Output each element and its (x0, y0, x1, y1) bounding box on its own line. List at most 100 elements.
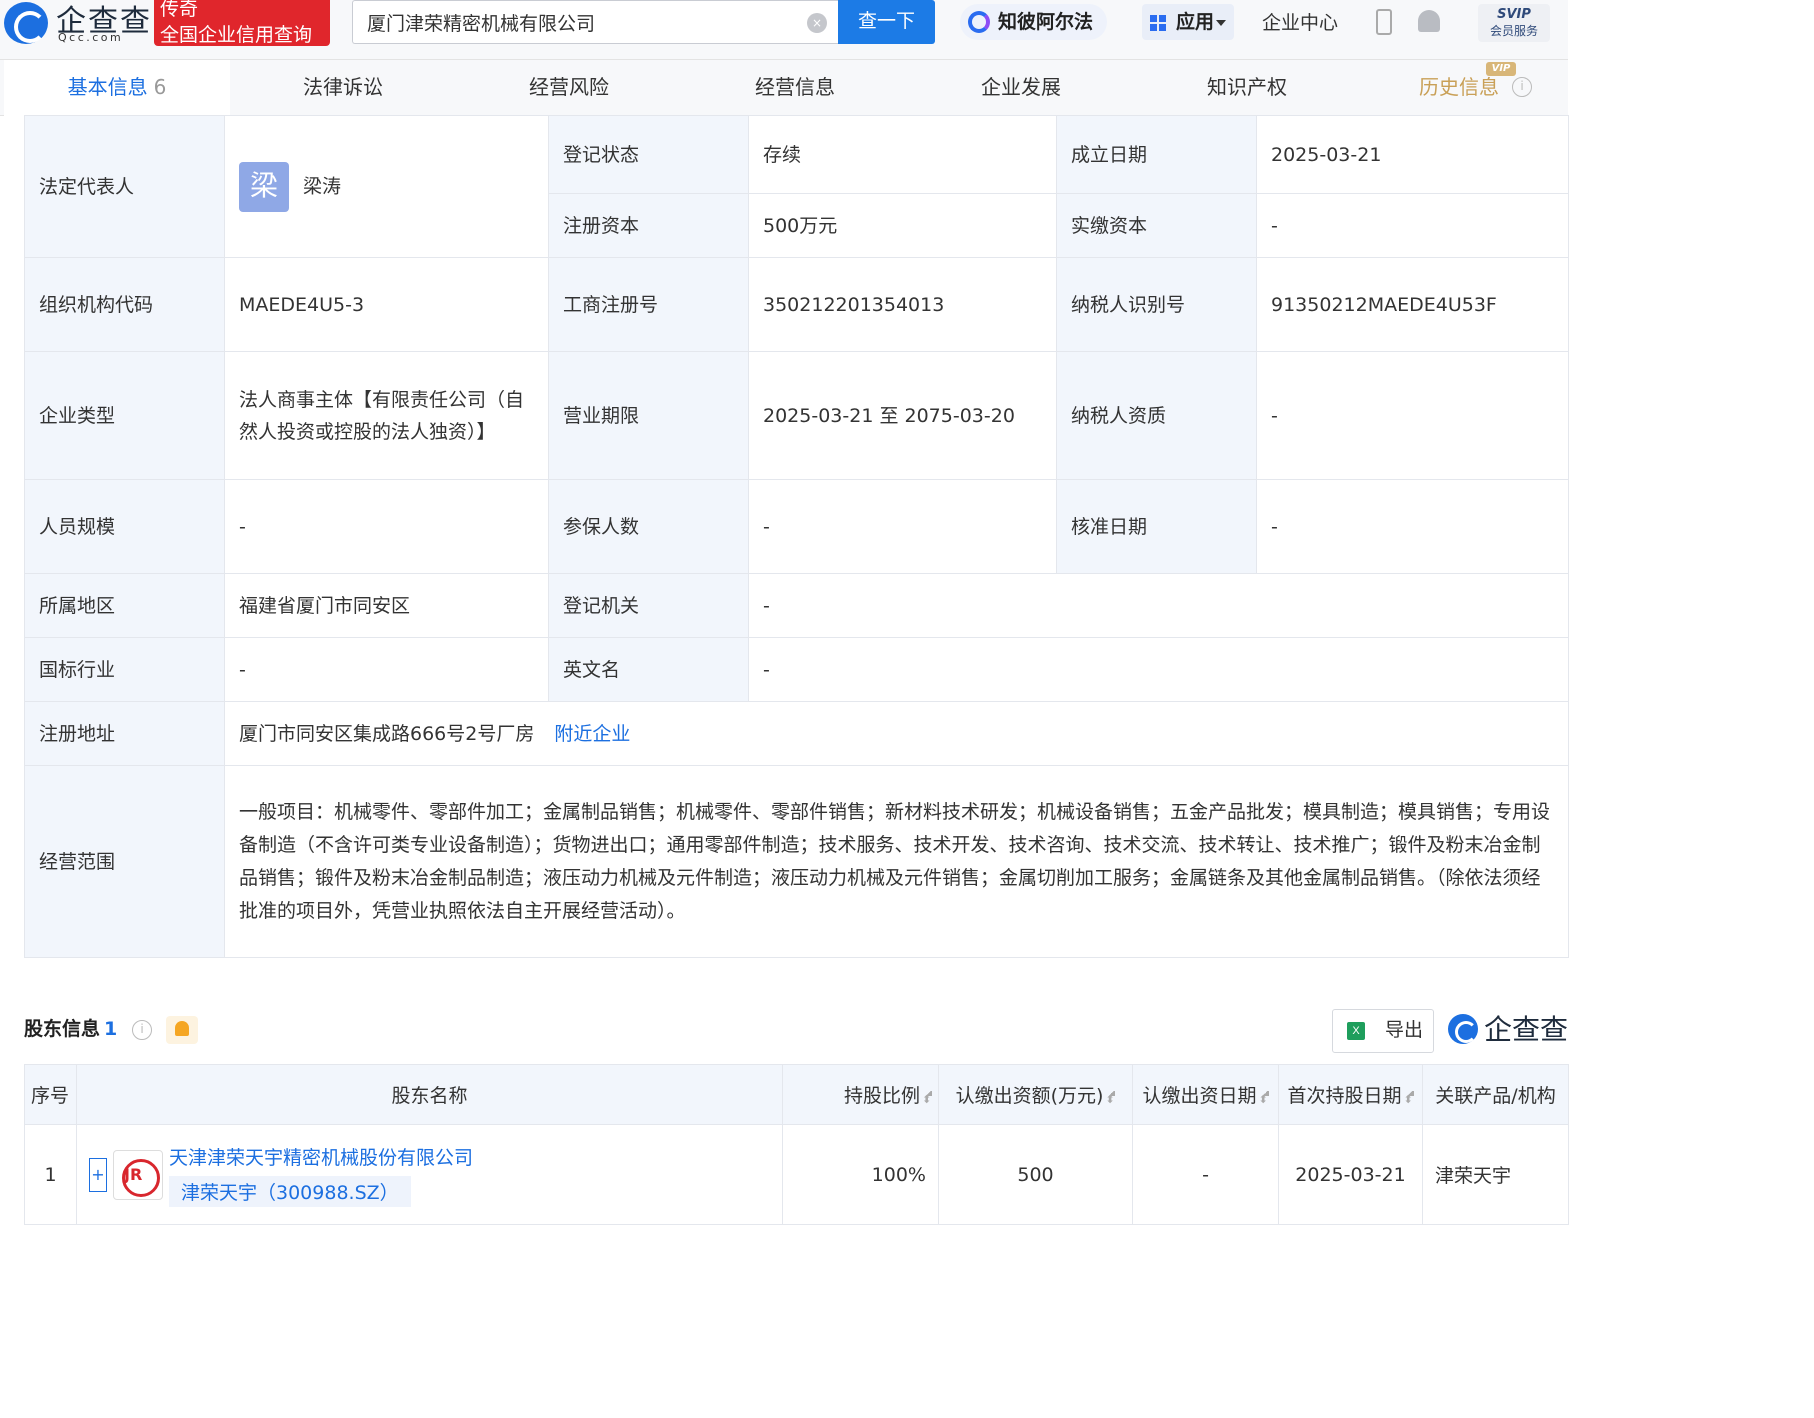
tab-label: 企业发展 (981, 75, 1061, 99)
tab-basic-info[interactable]: 基本信息 6 (4, 60, 230, 116)
company-logo[interactable]: JR (113, 1149, 163, 1200)
insured-label: 参保人数 (548, 479, 749, 574)
first-hold-date: 2025-03-21 (1278, 1124, 1423, 1225)
sort-icon (924, 1090, 932, 1103)
col-label: 认缴出资日期 (1142, 1085, 1257, 1107)
holding-ratio: 100% (782, 1124, 939, 1225)
address-cell: 厦门市同安区集成路666号2号厂房 附近企业 (224, 701, 1569, 766)
avatar[interactable]: 梁 (239, 161, 289, 212)
biz-term-value: 2025-03-21 至 2075-03-20 (748, 351, 1057, 480)
english-name-label: 英文名 (548, 637, 749, 702)
svip-label: SVIP (1497, 7, 1531, 22)
address-value: 厦门市同安区集成路666号2号厂房 (239, 722, 535, 745)
enterprise-center-link[interactable]: 企业中心 (1262, 8, 1338, 35)
tab-development[interactable]: 企业发展 (908, 60, 1134, 116)
staff-size-label: 人员规模 (24, 479, 225, 574)
apps-label: 应用 (1176, 11, 1215, 33)
reg-status-value: 存续 (748, 115, 1057, 194)
paid-capital-label: 实缴资本 (1056, 193, 1257, 258)
promo-tag[interactable]: 传奇 全国企业信用查询 (154, 0, 330, 46)
taxpayer-id-value: 91350212MAEDE4U53F (1256, 257, 1569, 352)
zhibi-alpha-button[interactable]: 知彼阿尔法 (960, 4, 1108, 40)
holder-cell: + JR 天津津荣天宇精密机械股份有限公司 津荣天宇（300988.SZ） (76, 1124, 783, 1225)
approval-date-value: - (1256, 479, 1569, 574)
export-label: 导出 (1384, 1020, 1423, 1041)
top-bar: 企查查 Qcc.com 传奇 全国企业信用查询 × 查一下 知彼阿尔法 应用 企… (0, 0, 1568, 60)
tab-history[interactable]: 历史信息 (1346, 60, 1572, 116)
biz-reg-no-value: 350212201354013 (748, 257, 1057, 352)
subscribed-amount: 500 (938, 1124, 1133, 1225)
paid-capital-value: - (1256, 193, 1569, 258)
clear-icon[interactable]: × (807, 13, 827, 33)
region-value: 福建省厦门市同安区 (224, 573, 549, 638)
expand-button[interactable]: + (89, 1157, 107, 1192)
taxpayer-qual-label: 纳税人资质 (1056, 351, 1257, 480)
sort-icon (1260, 1090, 1269, 1103)
org-code-value: MAEDE4U5-3 (224, 257, 549, 352)
export-button[interactable]: X 导出 (1332, 1009, 1434, 1053)
tab-risk[interactable]: 经营风险 (456, 60, 682, 116)
col-label: 首次持股日期 (1287, 1085, 1402, 1107)
company-type-value: 法人商事主体【有限责任公司（自然人投资或控股的法人独资）】 (224, 351, 549, 480)
found-date-value: 2025-03-21 (1256, 115, 1569, 194)
svip-button[interactable]: SVIP 会员服务 (1478, 4, 1550, 42)
col-amount[interactable]: 认缴出资额(万元) (938, 1064, 1133, 1125)
search-input[interactable] (367, 5, 797, 39)
qcc-logo-icon[interactable] (4, 2, 48, 44)
phone-icon[interactable] (1376, 9, 1392, 35)
col-first-hold-date[interactable]: 首次持股日期 (1278, 1064, 1423, 1125)
info-icon[interactable]: i (132, 1020, 152, 1040)
qcc-logo-icon (1448, 1014, 1478, 1044)
shareholders-table: 序号 股东名称 持股比例 认缴出资额(万元) 认缴出资日期 首次持股日期 关联产… (24, 1064, 1569, 1225)
industry-value: - (224, 637, 549, 702)
legal-rep-name[interactable]: 梁涛 (303, 175, 341, 197)
taxpayer-qual-value: - (1256, 351, 1569, 480)
info-icon[interactable]: i (1512, 77, 1532, 97)
search-button[interactable]: 查一下 (838, 0, 935, 44)
excel-icon: X (1347, 1022, 1365, 1040)
staff-size-value: - (224, 479, 549, 574)
apps-menu-button[interactable]: 应用 (1142, 4, 1234, 40)
reg-authority-value: - (748, 573, 1569, 638)
col-subscribe-date[interactable]: 认缴出资日期 (1132, 1064, 1279, 1125)
insured-value: - (748, 479, 1057, 574)
col-ratio[interactable]: 持股比例 (782, 1064, 939, 1125)
bell-icon[interactable] (166, 1016, 198, 1044)
tab-label: 历史信息 (1419, 75, 1499, 99)
legal-rep-label: 法定代表人 (24, 115, 225, 258)
address-label: 注册地址 (24, 701, 225, 766)
related-product-link[interactable]: 津荣天宇 (1422, 1124, 1569, 1225)
tab-label: 经营信息 (755, 75, 835, 99)
col-label: 持股比例 (843, 1085, 920, 1107)
region-label: 所属地区 (24, 573, 225, 638)
approval-date-label: 核准日期 (1056, 479, 1257, 574)
tab-label: 知识产权 (1207, 75, 1287, 99)
org-code-label: 组织机构代码 (24, 257, 225, 352)
tab-operation[interactable]: 经营信息 (682, 60, 908, 116)
logo-url: Qcc.com (58, 31, 124, 44)
nearby-companies-link[interactable]: 附近企业 (554, 723, 630, 745)
legal-rep-cell: 梁梁涛 (224, 115, 549, 258)
holder-name-link[interactable]: 天津津荣天宇精密机械股份有限公司 (169, 1143, 473, 1170)
basic-info-table: 法定代表人 梁梁涛 登记状态 存续 成立日期 2025-03-21 注册资本 5… (24, 115, 1569, 958)
tab-label: 基本信息 (67, 75, 148, 99)
scope-label: 经营范围 (24, 765, 225, 958)
industry-label: 国标行业 (24, 637, 225, 702)
tab-label: 经营风险 (529, 75, 609, 99)
tab-legal[interactable]: 法律诉讼 (230, 60, 456, 116)
reg-status-label: 登记状态 (548, 115, 749, 194)
subscribe-date: - (1132, 1124, 1279, 1225)
col-index: 序号 (24, 1064, 77, 1125)
bell-icon[interactable] (1418, 10, 1440, 32)
tab-ip[interactable]: 知识产权 (1134, 60, 1360, 116)
tab-bar: 基本信息 6 法律诉讼 经营风险 经营信息 企业发展 知识产权 历史信息 (0, 60, 1568, 116)
taxpayer-id-label: 纳税人识别号 (1056, 257, 1257, 352)
stock-tag[interactable]: 津荣天宇（300988.SZ） (169, 1175, 411, 1207)
biz-term-label: 营业期限 (548, 351, 749, 480)
biz-reg-no-label: 工商注册号 (548, 257, 749, 352)
tab-label: 法律诉讼 (303, 75, 383, 99)
reg-authority-label: 登记机关 (548, 573, 749, 638)
reg-capital-label: 注册资本 (548, 193, 749, 258)
grid-icon (1150, 15, 1166, 31)
promo-tag-line2: 全国企业信用查询 (160, 24, 313, 46)
